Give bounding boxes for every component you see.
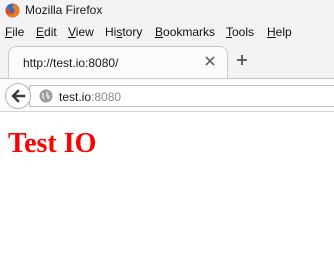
- menu-help[interactable]: Help: [267, 24, 292, 40]
- page-content: Test IO: [0, 112, 334, 280]
- back-button[interactable]: [5, 83, 31, 109]
- url-bar[interactable]: test.io:8080: [29, 85, 334, 107]
- back-arrow-icon: [11, 89, 26, 103]
- tab-title: http://test.io:8080/: [23, 56, 119, 70]
- close-icon[interactable]: [204, 55, 216, 67]
- menu-view[interactable]: View: [68, 24, 94, 40]
- menu-bar: File Edit View History Bookmarks Tools H…: [0, 22, 334, 42]
- firefox-logo-icon: [5, 3, 20, 18]
- menu-edit[interactable]: Edit: [36, 24, 57, 40]
- tab-active[interactable]: http://test.io:8080/: [8, 46, 228, 78]
- menu-history[interactable]: History: [105, 24, 142, 40]
- window-title: Mozilla Firefox: [25, 3, 103, 17]
- menu-bookmarks[interactable]: Bookmarks: [155, 24, 215, 40]
- tab-strip: http://test.io:8080/: [0, 42, 334, 78]
- navigation-toolbar: test.io:8080: [0, 78, 334, 112]
- plus-icon[interactable]: [236, 54, 248, 66]
- url-text: test.io:8080: [59, 90, 122, 104]
- page-heading: Test IO: [8, 128, 97, 159]
- menu-tools[interactable]: Tools: [226, 24, 254, 40]
- menu-file[interactable]: File: [5, 24, 24, 40]
- globe-icon: [39, 89, 53, 103]
- title-bar: Mozilla Firefox: [0, 0, 334, 22]
